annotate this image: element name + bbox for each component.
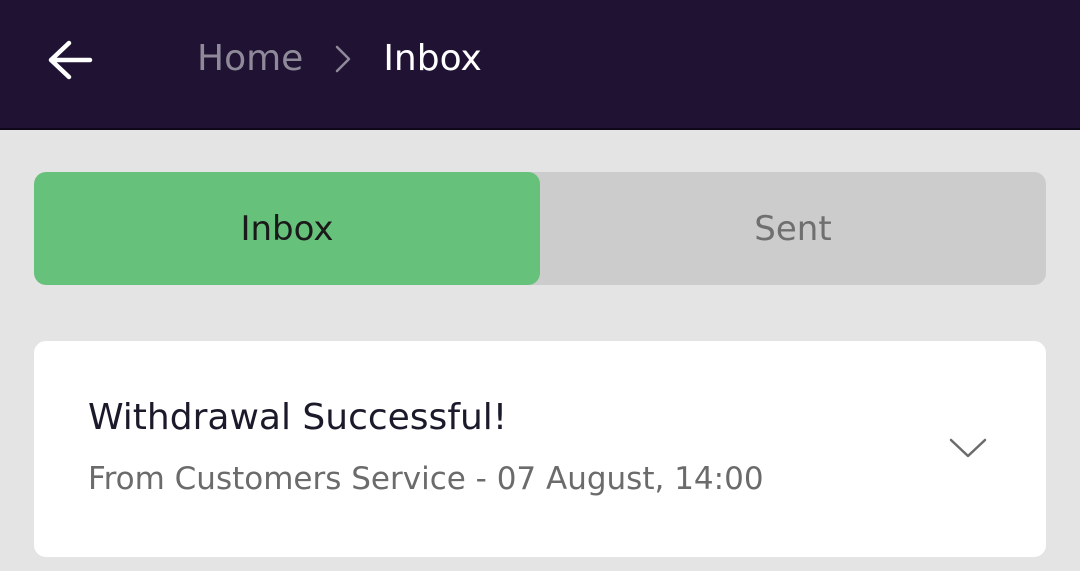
mailbox-tabs: Inbox Sent: [34, 172, 1046, 285]
breadcrumb-home-link[interactable]: Home: [197, 34, 303, 84]
message-meta: From Customers Service - 07 August, 14:0…: [88, 461, 764, 497]
breadcrumb: Home Inbox: [197, 34, 482, 84]
app-root: Home Inbox Inbox Sent Withdrawal Success…: [0, 0, 1080, 571]
top-bar: Home Inbox: [0, 0, 1080, 130]
message-item[interactable]: Withdrawal Successful! From Customers Se…: [34, 341, 1046, 557]
message-title: Withdrawal Successful!: [88, 397, 508, 438]
arrow-left-icon: [48, 40, 93, 80]
tab-inbox[interactable]: Inbox: [34, 172, 540, 285]
breadcrumb-current: Inbox: [383, 38, 482, 79]
chevron-right-icon: [303, 45, 383, 73]
chevron-down-icon[interactable]: [948, 433, 988, 463]
back-button[interactable]: [34, 24, 106, 96]
tab-sent[interactable]: Sent: [540, 172, 1046, 285]
